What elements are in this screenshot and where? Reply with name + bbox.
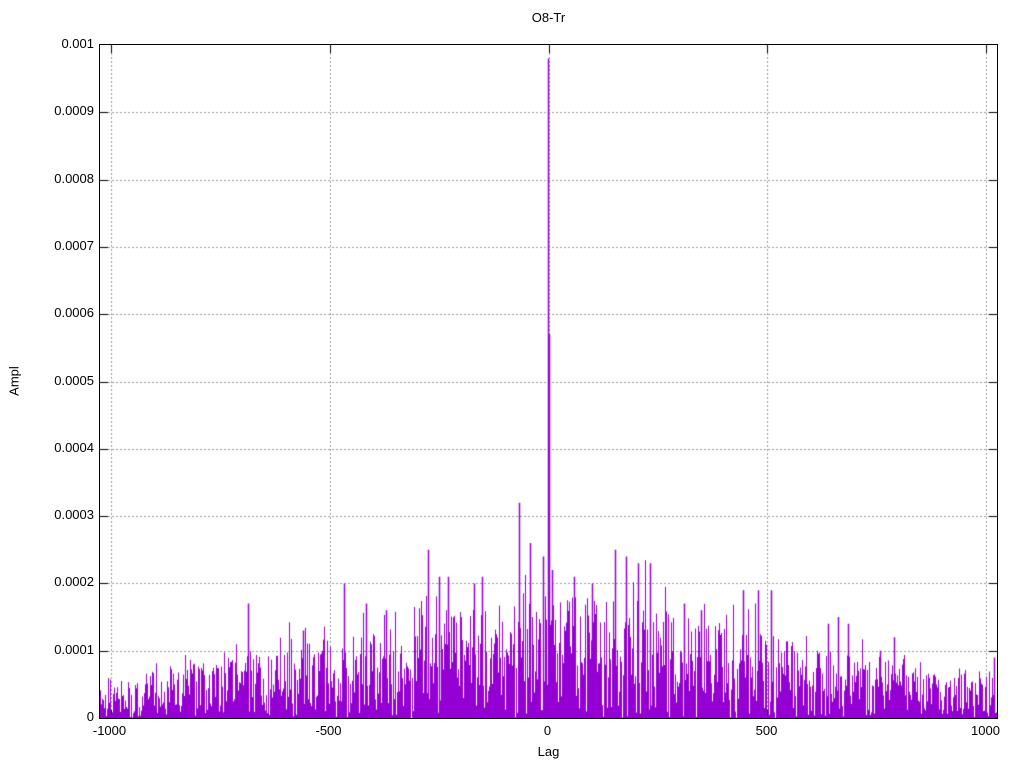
y-tick-label: 0.0001 bbox=[54, 641, 94, 657]
y-tick-label: 0.0003 bbox=[54, 507, 94, 523]
y-tick-label: 0.0007 bbox=[54, 237, 94, 253]
y-tick-label: 0.001 bbox=[61, 36, 94, 51]
chart-title: O8-Tr bbox=[531, 10, 566, 25]
x-tick-label: 0 bbox=[543, 723, 552, 738]
x-tick-label: 500 bbox=[755, 723, 778, 738]
y-tick-label: 0.0009 bbox=[54, 103, 94, 119]
x-axis-label: Lag bbox=[537, 744, 560, 759]
y-tick-label: 0.0005 bbox=[54, 372, 94, 388]
y-tick-label: 0.0004 bbox=[54, 439, 94, 455]
y-tick-label: 0.0006 bbox=[54, 305, 94, 321]
y-tick-label: 0.0002 bbox=[54, 574, 94, 590]
y-tick-label: 0.0008 bbox=[54, 170, 94, 186]
chart-canvas bbox=[100, 45, 997, 718]
plot-area bbox=[99, 44, 998, 719]
x-tick-label: -1000 bbox=[92, 723, 127, 738]
x-tick-label: 1000 bbox=[971, 723, 1000, 738]
x-tick-label: -500 bbox=[315, 723, 342, 738]
